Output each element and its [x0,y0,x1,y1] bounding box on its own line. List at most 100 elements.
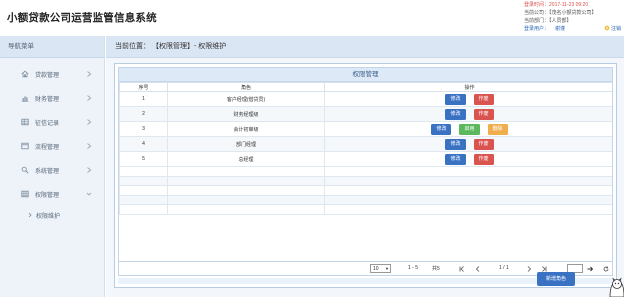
row-role: 财务经理级 [167,106,325,122]
empty-cell [324,166,612,177]
next-page-icon[interactable] [526,266,532,272]
sidebar-subitem-permission-maintain[interactable]: 权限维护 [0,206,104,224]
chevron-right-icon [87,95,92,101]
void-button[interactable]: 作废 [473,93,494,105]
sidebar-item-label: 贷款管理 [35,72,60,79]
empty-cell [324,185,612,196]
table-row: 5 总经理 修改 作废 [119,151,612,167]
permission-table-container: 权限管理 序号 角色 操作 1 客户经理(借贷员) 修改 作废 2 财务经理级 … [118,67,613,262]
user-name-link[interactable]: 谢谨 [555,26,565,32]
sidebar-item-label: 流程管理 [35,144,60,151]
search-gear-icon [21,166,29,174]
sidebar-item-label: 征信记录 [35,120,60,127]
chevron-right-icon [28,212,32,218]
user-label: 登录用户： [524,26,550,32]
empty-cell [119,194,168,205]
sidebar-subitem-label: 权限维护 [36,213,61,220]
edit-button[interactable]: 修改 [445,108,466,120]
empty-row [119,204,612,215]
home-icon [21,70,29,78]
sidebar: 导航菜单 贷款管理 财务管理 征信记录 流程管理 系统管理 权限管理 权限维护 [0,36,105,297]
user-info: 登录时间：2017-11-23 09:20 当前公司：【茂名小额贷款公司】 当前… [524,1,624,33]
chevron-right-icon [87,71,92,77]
sidebar-item-credit[interactable]: 征信记录 [0,110,104,134]
main-content: 当前位置： 【权限管理】- 权限维护 权限管理 序号 角色 操作 1 客户经理(… [106,36,624,297]
breadcrumb: 当前位置： 【权限管理】- 权限维护 [106,36,624,58]
edit-button[interactable]: 修改 [445,138,466,150]
edit-button[interactable]: 修改 [445,93,466,105]
company-label: 当前公司： [524,10,550,16]
empty-cell [167,166,325,177]
empty-cell [119,175,168,186]
sidebar-item-system[interactable]: 系统管理 [0,158,104,182]
panel-title: 权限管理 [119,68,612,82]
empty-row [119,185,612,196]
chevron-right-icon [87,167,92,173]
table-row: 2 财务经理级 修改 作废 [119,106,612,122]
chevron-right-icon [87,143,92,149]
sidebar-item-label: 财务管理 [35,96,60,103]
row-role: 客户经理(借贷员) [167,91,325,107]
column-header-index: 序号 [119,82,168,92]
prev-page-icon[interactable] [475,266,481,272]
edit-button[interactable]: 修改 [431,123,452,135]
sidebar-item-process[interactable]: 流程管理 [0,134,104,158]
empty-cell [119,204,168,215]
sidebar-item-loan[interactable]: 贷款管理 [0,62,104,86]
sidebar-item-label: 系统管理 [35,168,60,175]
page-size-select[interactable]: 10 ▼ [370,264,391,273]
empty-cell [324,175,612,186]
row-index: 1 [119,91,168,107]
department-label: 当前部门： [524,18,550,24]
bar-chart-icon [21,94,29,102]
first-page-icon[interactable] [459,266,465,272]
empty-cell [119,185,168,196]
table-row: 1 客户经理(借贷员) 修改 作废 [119,91,612,107]
table-row: 3 会计初审级 修改 启用 删除 [119,121,612,137]
permission-panel: 权限管理 序号 角色 操作 1 客户经理(借贷员) 修改 作废 2 财务经理级 … [114,63,617,288]
app-title: 小额贷款公司运营监管信息系统 [7,12,157,24]
login-time-value: 2017-11-23 09:20 [549,2,589,8]
enable-button[interactable]: 启用 [459,123,480,135]
void-button[interactable]: 作废 [473,138,494,150]
sidebar-item-finance[interactable]: 财务管理 [0,86,104,110]
department-value: 【人员部】 [549,18,572,24]
record-total: 共5 [432,266,440,272]
empty-cell [167,185,325,196]
table-header-row: 序号 角色 操作 [119,82,612,92]
dropdown-arrow-icon: ▼ [385,266,389,271]
sidebar-title: 导航菜单 [0,36,104,58]
empty-cell [324,194,612,205]
mascot-icon [609,277,624,297]
row-actions: 修改 作废 [324,136,612,152]
column-header-role: 角色 [167,82,325,92]
window-icon [21,142,29,150]
row-actions: 修改 作废 [324,151,612,167]
void-button[interactable]: 作废 [473,108,494,120]
chevron-down-icon [86,192,92,196]
row-actions: 修改 作废 [324,106,612,122]
company-value: 【茂名小额贷款公司】 [549,10,597,16]
add-role-button[interactable]: 新增角色 [537,272,575,286]
row-index: 2 [119,106,168,122]
row-role: 会计初审级 [167,121,325,137]
logout-label: 注销 [610,26,621,32]
chevron-right-icon [87,119,92,125]
record-range: 1 - 5 [408,265,419,271]
empty-cell [324,204,612,215]
column-header-actions: 操作 [324,82,612,92]
logout-icon [604,25,610,31]
logout-link[interactable]: 注销 [604,25,621,33]
grid-icon [21,118,29,126]
top-header: 小额贷款公司运营监管信息系统 登录时间：2017-11-23 09:20 当前公… [0,0,624,36]
login-time-label: 登录时间： [524,2,550,8]
edit-button[interactable]: 修改 [445,153,466,165]
empty-row [119,194,612,205]
go-arrow-icon[interactable] [587,266,594,272]
table-icon [21,190,29,198]
row-index: 4 [119,136,168,152]
delete-button[interactable]: 删除 [487,123,508,135]
sidebar-item-label: 权限管理 [35,192,60,199]
sidebar-item-permission[interactable]: 权限管理 [0,182,104,206]
void-button[interactable]: 作废 [473,153,494,165]
